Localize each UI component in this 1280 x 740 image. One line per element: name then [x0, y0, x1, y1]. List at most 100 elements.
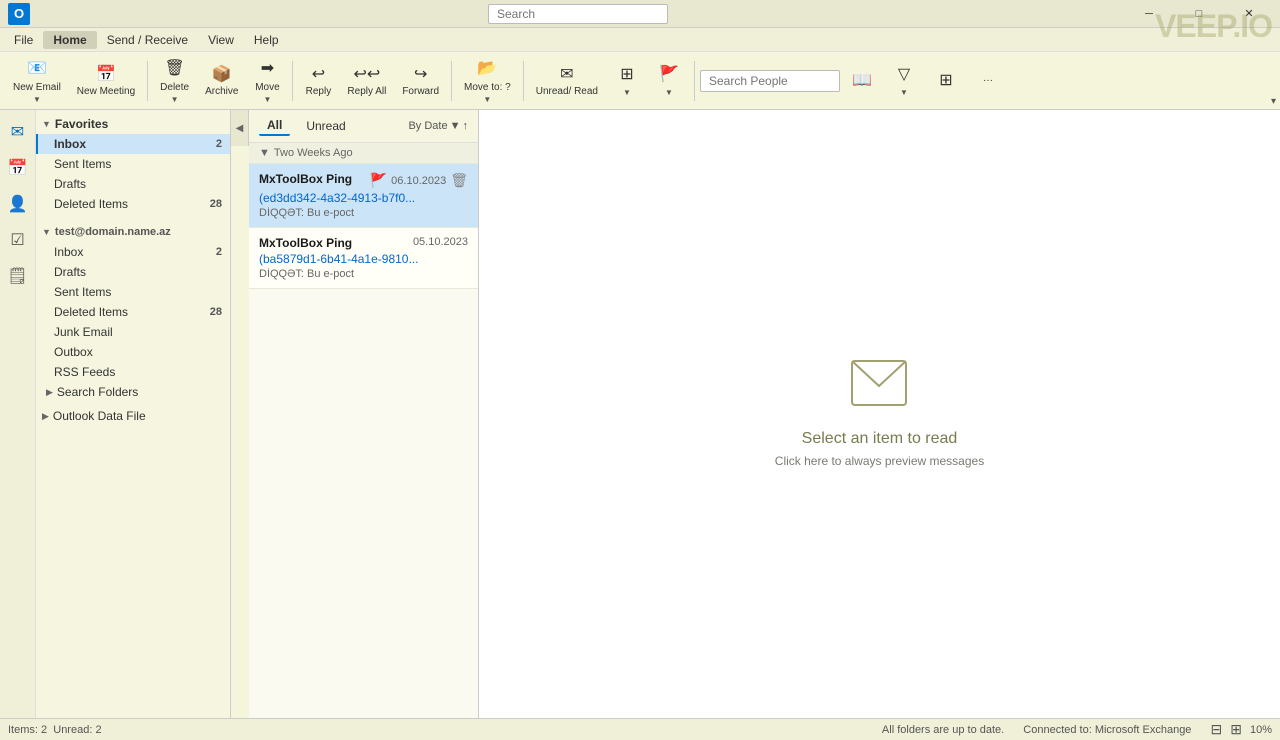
nav-tasks-icon[interactable]: ☑ — [4, 226, 32, 254]
ribbon-sep-1 — [147, 61, 148, 101]
move-button[interactable]: ➡ Move ▼ — [247, 53, 287, 109]
favorites-deleted-badge: 28 — [210, 198, 222, 210]
address-book-button[interactable]: 📖 — [842, 65, 882, 97]
unread-read-button[interactable]: ✉ Unread/ Read — [529, 59, 605, 102]
more-button[interactable]: ··· — [968, 70, 1008, 91]
outlook-data-file-header[interactable]: ▶ Outlook Data File — [36, 406, 230, 426]
favorites-inbox[interactable]: Inbox 2 — [36, 134, 230, 154]
account-outbox-label: Outbox — [54, 345, 93, 359]
search-folders-header[interactable]: ▶ Search Folders — [36, 382, 230, 402]
forward-icon: ↪ — [414, 64, 427, 84]
favorites-drafts[interactable]: Drafts — [36, 174, 230, 194]
minimize-button[interactable]: ─ — [1126, 0, 1172, 28]
delete-icon: 🗑 — [164, 58, 184, 78]
move-to-arrow: ▼ — [483, 95, 491, 104]
menu-view[interactable]: View — [198, 31, 244, 49]
account-sent-label: Sent Items — [54, 285, 111, 299]
favorites-section: ▼ Favorites Inbox 2 Sent Items Drafts De… — [36, 114, 230, 214]
menu-send-receive[interactable]: Send / Receive — [97, 31, 198, 49]
ribbon-expand-btn[interactable]: ▾ — [1267, 94, 1280, 109]
flag-arrow: ▼ — [665, 88, 673, 97]
outlook-logo: O — [8, 3, 30, 25]
search-people-input[interactable] — [700, 70, 840, 92]
favorites-deleted[interactable]: Deleted Items 28 — [36, 194, 230, 214]
menu-file[interactable]: File — [4, 31, 43, 49]
favorites-drafts-label: Drafts — [54, 177, 86, 191]
new-meeting-button[interactable]: 📅 New Meeting — [70, 59, 142, 102]
favorites-sent[interactable]: Sent Items — [36, 154, 230, 174]
new-meeting-label: New Meeting — [77, 86, 135, 97]
account-outbox[interactable]: Outbox — [36, 342, 230, 362]
outlook-data-file-label: Outlook Data File — [53, 409, 146, 423]
message-item-1-header: MxToolBox Ping 🚩 06.10.2023 🗑 — [259, 172, 468, 189]
sort-button[interactable]: By Date ▼ ↑ — [408, 120, 468, 132]
account-inbox[interactable]: Inbox 2 — [36, 242, 230, 262]
reading-pane-preview-link[interactable]: Click here to always preview messages — [775, 454, 984, 468]
message-item-2[interactable]: MxToolBox Ping 05.10.2023 (ba5879d1-6b41… — [249, 228, 478, 289]
message-sender-1: MxToolBox Ping — [259, 172, 352, 186]
account-drafts[interactable]: Drafts — [36, 262, 230, 282]
menu-help[interactable]: Help — [244, 31, 289, 49]
message-delete-icon-1[interactable]: 🗑 — [450, 172, 468, 189]
unread-read-label: Unread/ Read — [536, 86, 598, 97]
maximize-button[interactable]: □ — [1176, 0, 1222, 28]
ribbon-sep-2 — [292, 61, 293, 101]
reply-all-icon: ↩↩ — [353, 64, 380, 84]
move-to-label: Move to: ? — [464, 82, 511, 93]
message-subject-2: (ba5879d1-6b41-4a1e-9810... — [259, 252, 468, 266]
delete-label: Delete — [160, 82, 189, 93]
status-view-normal[interactable]: ⊟ — [1211, 721, 1223, 738]
main-layout: ✉ 📅 👤 ☑ 🗒 ▼ Favorites Inbox 2 Sent Items… — [0, 110, 1280, 718]
nav-icons: ✉ 📅 👤 ☑ 🗒 — [0, 110, 36, 718]
account-sent[interactable]: Sent Items — [36, 282, 230, 302]
account-inbox-label: Inbox — [54, 245, 83, 259]
new-email-button[interactable]: 📧 New Email ▼ — [6, 53, 68, 109]
status-unread: Unread: 2 — [53, 724, 101, 736]
filter-button[interactable]: ▽ ▼ — [884, 59, 924, 102]
status-view-compact[interactable]: ⊞ — [1230, 721, 1242, 738]
sort-label: By Date — [408, 120, 447, 132]
nav-calendar-icon[interactable]: 📅 — [4, 154, 32, 182]
message-item-1[interactable]: MxToolBox Ping 🚩 06.10.2023 🗑 (ed3dd342-… — [249, 164, 478, 228]
message-icons-2: 05.10.2023 — [413, 236, 468, 248]
category-arrow: ▼ — [623, 88, 631, 97]
status-items: Items: 2 — [8, 724, 47, 736]
date-group-chevron: ▼ — [259, 147, 270, 159]
nav-notes-icon[interactable]: 🗒 — [4, 262, 32, 290]
status-bar: Items: 2 Unread: 2 All folders are up to… — [0, 718, 1280, 740]
reply-all-button[interactable]: ↩↩ Reply All — [340, 59, 393, 102]
view-button[interactable]: ⊞ — [926, 65, 966, 97]
flag-button[interactable]: 🚩 ▼ — [649, 59, 689, 102]
menu-home[interactable]: Home — [43, 31, 96, 49]
close-button[interactable]: ✕ — [1226, 0, 1272, 28]
forward-button[interactable]: ↪ Forward — [395, 59, 446, 102]
message-flag-icon-1[interactable]: 🚩 — [370, 172, 387, 189]
account-junk[interactable]: Junk Email — [36, 322, 230, 342]
reading-pane: Select an item to read Click here to alw… — [479, 110, 1280, 718]
favorites-header[interactable]: ▼ Favorites — [36, 114, 230, 134]
nav-mail-icon[interactable]: ✉ — [4, 118, 32, 146]
menu-bar: File Home Send / Receive View Help — [0, 28, 1280, 52]
more-label: ··· — [983, 75, 993, 86]
account-header[interactable]: ▼ test@domain.name.az — [36, 222, 230, 242]
account-rss-label: RSS Feeds — [54, 365, 115, 379]
tab-unread[interactable]: Unread — [298, 117, 353, 135]
account-deleted-label: Deleted Items — [54, 305, 128, 319]
reply-button[interactable]: ↩ Reply — [298, 59, 338, 102]
account-deleted[interactable]: Deleted Items 28 — [36, 302, 230, 322]
nav-people-icon[interactable]: 👤 — [4, 190, 32, 218]
filter-icon: ▽ — [898, 64, 910, 84]
search-folders-label: Search Folders — [57, 385, 138, 399]
archive-button[interactable]: 📦 Archive — [198, 59, 245, 102]
move-to-button[interactable]: 📂 Move to: ? ▼ — [457, 53, 518, 109]
category-button[interactable]: ⊞ ▼ — [607, 59, 647, 102]
ribbon-sep-4 — [523, 61, 524, 101]
view-icon: ⊞ — [939, 70, 952, 90]
title-search-input[interactable] — [488, 4, 668, 24]
account-deleted-badge: 28 — [210, 306, 222, 318]
collapse-folder-btn[interactable]: ◀ — [231, 110, 249, 146]
delete-button[interactable]: 🗑 Delete ▼ — [153, 53, 196, 109]
tab-all[interactable]: All — [259, 116, 290, 136]
account-rss[interactable]: RSS Feeds — [36, 362, 230, 382]
ribbon: 📧 New Email ▼ 📅 New Meeting 🗑 Delete ▼ 📦… — [0, 52, 1280, 110]
